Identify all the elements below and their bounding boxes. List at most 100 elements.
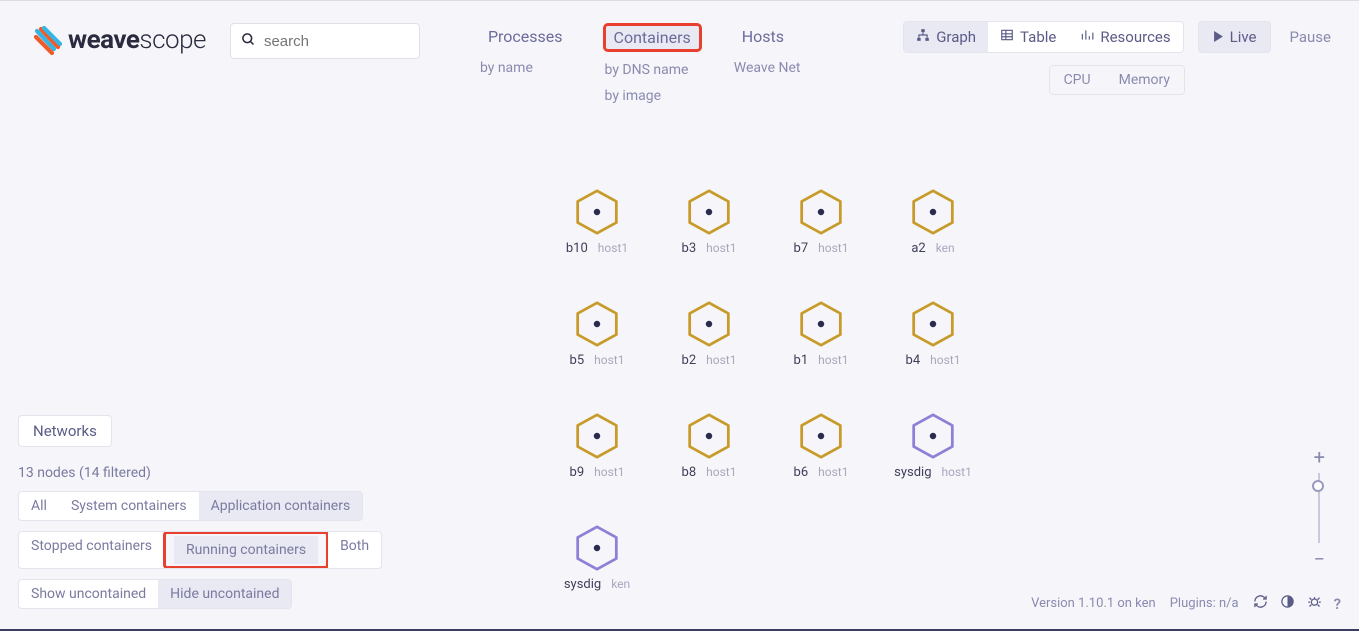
topology-nav: Processes by name Containers by DNS name by … [478,23,801,104]
search-input[interactable] [264,33,409,50]
bug-icon[interactable] [1307,594,1322,613]
view-controls: GraphTableResources Live Pause CPUMemory [903,21,1335,95]
node-host: host1 [818,353,848,368]
node-host: host1 [594,353,624,368]
pause-button[interactable]: Pause [1285,22,1335,52]
filter-panel: Networks 13 nodes (14 filtered) AllSyste… [18,415,382,609]
topology-hosts[interactable]: Hosts [732,23,801,50]
topology-sub[interactable]: Weave Net [732,60,801,76]
hexagon-icon [878,189,988,235]
metric-cpu-button[interactable]: CPU [1050,66,1105,94]
node-name: b2 [682,353,697,368]
filter-option[interactable]: System containers [59,492,199,520]
logo-text: weavescope [68,25,206,55]
sitemap-icon [916,28,930,46]
node-name: b5 [570,353,585,368]
search-box[interactable] [230,23,420,59]
node-host: ken [611,577,630,592]
node-name: b10 [566,241,588,256]
container-node[interactable]: a2 ken [878,189,988,256]
hexagon-icon [542,301,652,347]
topology-sub[interactable]: by DNS name [603,62,702,78]
view-table-button[interactable]: Table [988,22,1068,52]
logo[interactable]: weavescope [32,25,206,55]
plugins-text: Plugins: n/a [1170,596,1239,611]
hexagon-icon [542,525,652,571]
container-node[interactable]: b2 host1 [654,301,764,368]
container-node[interactable]: b10 host1 [542,189,652,256]
zoom-in-button[interactable]: + [1314,447,1325,467]
view-resources-button[interactable]: Resources [1068,22,1182,52]
node-host: host1 [930,353,960,368]
hexagon-icon [766,413,876,459]
contrast-icon[interactable] [1280,594,1295,613]
node-name: b8 [682,465,697,480]
zoom-control: + − [1314,447,1325,569]
live-label: Live [1230,28,1257,46]
logo-icon [32,25,62,55]
topology-sub[interactable]: by image [603,88,702,104]
zoom-out-button[interactable]: − [1314,549,1325,569]
hexagon-icon [878,301,988,347]
help-icon[interactable]: ? [1334,595,1341,613]
container-node[interactable]: b6host1 [766,413,876,480]
hexagon-icon [766,189,876,235]
container-node[interactable]: b3 host1 [654,189,764,256]
node-host: host1 [818,465,848,480]
hexagon-icon [766,301,876,347]
hexagon-icon [654,301,764,347]
container-node[interactable]: b5 host1 [542,301,652,368]
filter-option[interactable]: Show uncontained [19,580,158,608]
node-name: sysdig [894,465,931,480]
hexagon-icon [878,413,988,459]
filter-option[interactable]: Application containers [199,492,363,520]
node-name: b3 [682,241,697,256]
container-node[interactable]: b8host1 [654,413,764,480]
node-host: host1 [598,241,628,256]
container-node[interactable]: b9 host1 [542,413,652,480]
metric-memory-button[interactable]: Memory [1105,66,1184,94]
filter-option[interactable]: Stopped containers [19,532,164,568]
node-host: host1 [706,241,736,256]
play-icon [1213,28,1224,46]
table-icon [1000,28,1014,46]
container-node[interactable]: b1 host1 [766,301,876,368]
node-host: ken [936,241,955,256]
networks-button[interactable]: Networks [18,415,112,447]
container-node[interactable]: b4 host1 [878,301,988,368]
refresh-icon[interactable] [1253,594,1268,613]
hexagon-icon [542,189,652,235]
node-name: b1 [794,353,809,368]
hexagon-icon [654,413,764,459]
node-host: host1 [594,465,624,480]
container-node[interactable]: b7 host1 [766,189,876,256]
topology-sub[interactable]: by name [478,60,573,76]
topology-containers[interactable]: Containers [603,23,702,52]
topology-processes[interactable]: Processes [478,23,573,50]
container-node[interactable]: sysdig host1 [878,413,988,480]
node-host: host1 [818,241,848,256]
view-graph-button[interactable]: Graph [904,22,988,52]
filter-option[interactable]: Both [328,532,381,568]
filter-option[interactable]: All [19,492,59,520]
live-button[interactable]: Live [1198,21,1272,53]
zoom-thumb[interactable] [1312,480,1324,492]
metric-group: CPUMemory [1049,65,1185,95]
filter-option[interactable]: Hide uncontained [158,580,291,608]
node-name: sysdig [564,577,601,592]
filter-option[interactable]: Running containers [174,536,318,564]
barchart-icon [1080,28,1094,46]
node-host: host1 [942,465,972,480]
node-name: b4 [906,353,921,368]
zoom-slider[interactable] [1318,473,1320,543]
node-host: host1 [706,353,736,368]
filter-row-type: AllSystem containersApplication containe… [18,491,363,521]
node-name: a2 [911,241,925,256]
node-name: b9 [570,465,585,480]
status-bar: Version 1.10.1 on ken Plugins: n/a ? [1031,594,1341,613]
node-name: b7 [794,241,809,256]
hexagon-icon [654,189,764,235]
node-stats: 13 nodes (14 filtered) [18,465,382,481]
container-node[interactable]: sysdig ken [542,525,652,592]
header: weavescope Processes by name Containers by … [0,1,1359,111]
